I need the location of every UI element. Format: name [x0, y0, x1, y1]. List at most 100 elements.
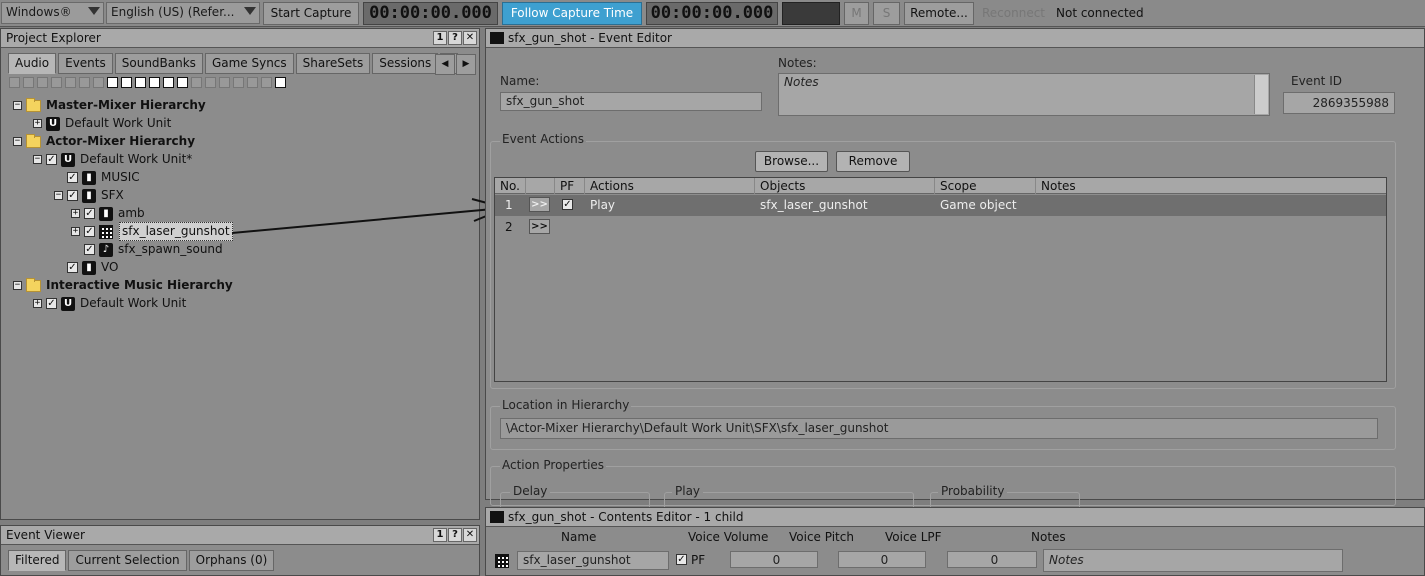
voice-pitch-slider[interactable]: 0 — [838, 551, 926, 568]
tree-item[interactable]: ✓ ♪ sfx_spawn_sound — [71, 241, 223, 258]
table-row[interactable]: 1 >> ✓ Play sfx_laser_gunshot Game objec… — [495, 195, 1386, 216]
tool-icon[interactable] — [23, 77, 34, 88]
tab-current-selection[interactable]: Current Selection — [68, 550, 187, 571]
close-icon[interactable]: ✕ — [463, 528, 477, 542]
collapse-icon[interactable]: − — [13, 281, 22, 290]
collapse-icon[interactable]: − — [13, 101, 22, 110]
include-checkbox[interactable]: ✓ — [46, 154, 57, 165]
tool-icon[interactable] — [93, 77, 104, 88]
expand-icon[interactable]: + — [71, 227, 80, 236]
tool-icon[interactable] — [191, 77, 202, 88]
expand-icon[interactable]: + — [71, 209, 80, 218]
include-checkbox[interactable]: ✓ — [84, 244, 95, 255]
tab-audio[interactable]: Audio — [8, 53, 57, 74]
tab-orphans[interactable]: Orphans (0) — [188, 550, 275, 571]
include-checkbox[interactable]: ✓ — [84, 208, 95, 219]
include-checkbox[interactable]: ✓ — [46, 298, 57, 309]
tree-item[interactable]: − ✓ U Default Work Unit* — [33, 151, 192, 168]
tree-item[interactable]: − Interactive Music Hierarchy — [13, 277, 233, 294]
collapse-icon[interactable]: − — [33, 155, 42, 164]
actor-mixer-icon[interactable] — [135, 77, 146, 88]
tool-icon[interactable] — [247, 77, 258, 88]
expand-icon[interactable]: + — [33, 299, 42, 308]
grid-icon[interactable] — [107, 77, 118, 88]
follow-capture-time-button[interactable]: Follow Capture Time — [502, 2, 642, 25]
tree-item[interactable]: + ✓ ▮ amb — [71, 205, 145, 222]
tree-item[interactable]: − Master-Mixer Hierarchy — [13, 97, 206, 114]
tab-soundbanks[interactable]: SoundBanks — [114, 53, 203, 74]
help-icon[interactable]: ? — [448, 31, 462, 45]
col-no[interactable]: No. — [495, 178, 526, 194]
tab-filtered[interactable]: Filtered — [8, 550, 67, 571]
pf-checkbox[interactable]: ✓ — [562, 199, 573, 210]
switch-icon[interactable] — [149, 77, 160, 88]
include-checkbox[interactable]: ✓ — [67, 190, 78, 201]
row-object[interactable]: sfx_laser_gunshot — [760, 198, 868, 212]
tree-item[interactable]: + ✓ sfx_laser_gunshot — [71, 222, 233, 241]
pin-icon[interactable]: 1 — [433, 528, 447, 542]
col-notes[interactable]: Notes — [1036, 178, 1386, 194]
tool-icon[interactable] — [51, 77, 62, 88]
tool-icon[interactable] — [37, 77, 48, 88]
notes-scrollbar[interactable] — [1254, 75, 1268, 114]
row-scope[interactable]: Game object — [940, 198, 1017, 212]
table-row[interactable]: 2 >> — [495, 217, 1386, 238]
tree-item[interactable]: − ✓ ▮ SFX — [54, 187, 124, 204]
event-notes-field[interactable]: Notes — [778, 73, 1270, 116]
collapse-icon[interactable]: − — [13, 137, 22, 146]
tree-item[interactable]: ✓ ▮ MUSIC — [54, 169, 140, 186]
open-object-button[interactable]: >> — [529, 219, 550, 234]
tool-icon[interactable] — [79, 77, 90, 88]
platform-dropdown[interactable]: Windows® — [1, 2, 104, 24]
row-action[interactable]: Play — [590, 198, 615, 212]
browse-button[interactable]: Browse... — [755, 151, 828, 172]
tree-item[interactable]: + ✓ U Default Work Unit — [33, 295, 186, 312]
reconnect-button[interactable]: Reconnect — [978, 2, 1049, 25]
pin-icon[interactable]: 1 — [433, 31, 447, 45]
include-checkbox[interactable]: ✓ — [67, 172, 78, 183]
event-name-field[interactable]: sfx_gun_shot — [500, 92, 762, 111]
col-objects[interactable]: Objects — [755, 178, 935, 194]
language-dropdown[interactable]: English (US) (Refer... — [106, 2, 260, 24]
child-notes-field[interactable]: Notes — [1043, 549, 1343, 572]
collapse-icon[interactable]: − — [54, 191, 63, 200]
tool-icon[interactable] — [9, 77, 20, 88]
expand-icon[interactable]: + — [33, 119, 42, 128]
tool-icon[interactable] — [233, 77, 244, 88]
remote-button[interactable]: Remote... — [904, 2, 974, 25]
voice-volume-slider[interactable]: 0 — [730, 551, 818, 568]
tool-icon[interactable] — [261, 77, 272, 88]
tree-item[interactable]: − Actor-Mixer Hierarchy — [13, 133, 195, 150]
tab-sessions[interactable]: Sessions — [372, 53, 439, 74]
col-scope[interactable]: Scope — [935, 178, 1036, 194]
voice-lpf-slider[interactable]: 0 — [947, 551, 1037, 568]
remove-button[interactable]: Remove — [836, 151, 910, 172]
music-icon[interactable] — [177, 77, 188, 88]
tool-icon[interactable] — [65, 77, 76, 88]
tree-item[interactable]: ✓ ▮ VO — [54, 259, 118, 276]
solo-button[interactable]: S — [873, 2, 900, 25]
tab-game-syncs[interactable]: Game Syncs — [204, 53, 294, 74]
tool-icon[interactable] — [219, 77, 230, 88]
include-checkbox[interactable]: ✓ — [84, 226, 95, 237]
col-button[interactable] — [526, 178, 555, 194]
chevron-right-icon[interactable]: ▶ — [456, 54, 476, 75]
mute-button[interactable]: M — [844, 2, 869, 25]
close-icon[interactable]: ✕ — [463, 31, 477, 45]
tool-icon[interactable] — [205, 77, 216, 88]
chevron-left-icon[interactable]: ◀ — [435, 54, 455, 75]
col-actions[interactable]: Actions — [585, 178, 755, 194]
include-checkbox[interactable]: ✓ — [67, 262, 78, 273]
pf-checkbox[interactable]: ✓ — [676, 554, 687, 565]
tree-item[interactable]: + U Default Work Unit — [33, 115, 171, 132]
random-icon[interactable] — [275, 77, 286, 88]
tab-sharesets[interactable]: ShareSets — [295, 53, 371, 74]
list-icon[interactable] — [121, 77, 132, 88]
sound-icon[interactable] — [163, 77, 174, 88]
child-name-field[interactable]: sfx_laser_gunshot — [517, 551, 669, 570]
open-object-button[interactable]: >> — [529, 197, 550, 212]
col-pf[interactable]: PF — [555, 178, 585, 194]
start-capture-button[interactable]: Start Capture — [263, 2, 359, 25]
tab-events[interactable]: Events — [58, 53, 113, 74]
help-icon[interactable]: ? — [448, 528, 462, 542]
